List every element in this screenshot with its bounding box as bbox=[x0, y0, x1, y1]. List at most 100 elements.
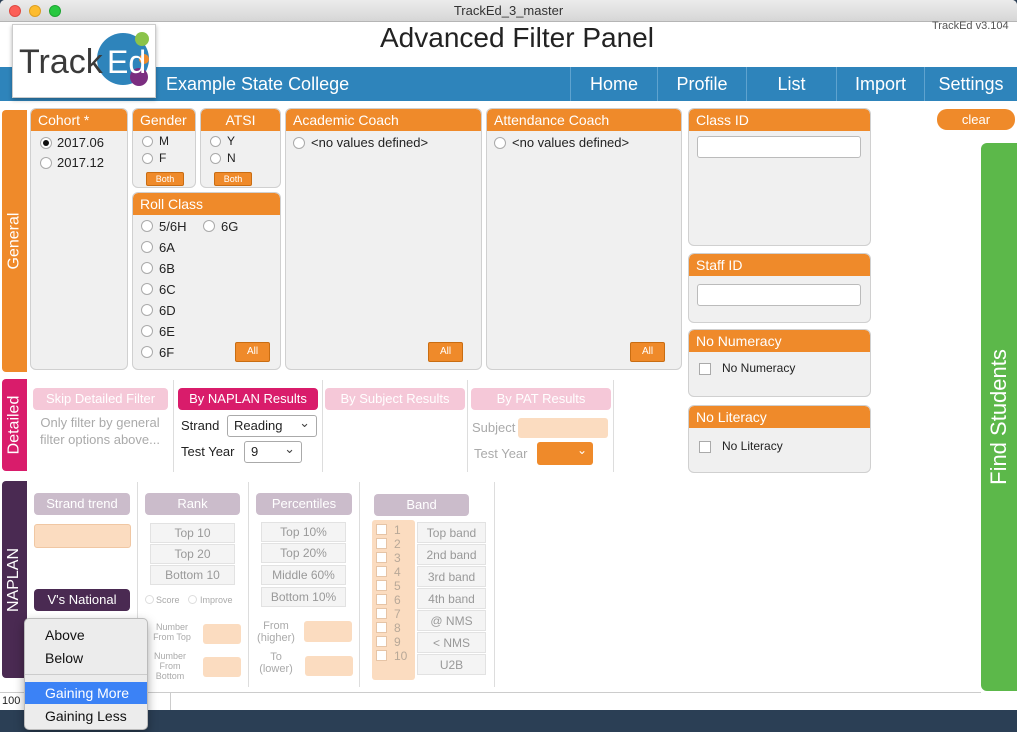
band-number: 10 bbox=[394, 649, 408, 663]
strand-trend-select[interactable] bbox=[34, 524, 131, 548]
roll-class-radio-4[interactable] bbox=[141, 283, 153, 295]
rank-improve-radio[interactable] bbox=[188, 595, 197, 604]
percentile-bottom-10[interactable]: Bottom 10% bbox=[261, 587, 346, 607]
band-number-row[interactable]: 10 bbox=[374, 649, 414, 663]
band-number-row[interactable]: 6 bbox=[374, 593, 414, 607]
band-checkbox[interactable] bbox=[376, 566, 387, 577]
subject-select[interactable] bbox=[518, 418, 608, 438]
vs-national-button[interactable]: V's National bbox=[34, 589, 130, 611]
number-from-top-input[interactable] bbox=[203, 624, 241, 644]
percentile-top-10[interactable]: Top 10% bbox=[261, 522, 346, 542]
band-u2b[interactable]: U2B bbox=[417, 654, 486, 675]
roll-class-radio-8[interactable] bbox=[203, 220, 215, 232]
band-number: 4 bbox=[394, 565, 401, 579]
roll-class-radio-2[interactable] bbox=[141, 241, 153, 253]
detailed-tab[interactable]: Detailed bbox=[2, 379, 27, 471]
attendance-coach-all-button[interactable]: All bbox=[630, 342, 665, 362]
atsi-y-radio[interactable] bbox=[210, 136, 221, 147]
roll-class-radio-5[interactable] bbox=[141, 304, 153, 316]
menu-item-above[interactable]: Above bbox=[25, 624, 147, 646]
by-naplan-results-button[interactable]: By NAPLAN Results bbox=[178, 388, 318, 410]
by-pat-results-button[interactable]: By PAT Results bbox=[471, 388, 611, 410]
band-2nd[interactable]: 2nd band bbox=[417, 544, 486, 565]
strand-trend-button[interactable]: Strand trend bbox=[34, 493, 130, 515]
band-number-row[interactable]: 5 bbox=[374, 579, 414, 593]
class-id-input[interactable] bbox=[697, 136, 861, 158]
attendance-coach-radio[interactable] bbox=[494, 137, 506, 149]
find-students-button[interactable]: Find Students bbox=[981, 143, 1017, 691]
percentile-to-input[interactable] bbox=[305, 656, 353, 676]
band-number-row[interactable]: 8 bbox=[374, 621, 414, 635]
rank-top-10[interactable]: Top 10 bbox=[150, 523, 235, 543]
nav-settings[interactable]: Settings bbox=[924, 67, 1017, 101]
band-checkbox[interactable] bbox=[376, 580, 387, 591]
no-literacy-header: No Literacy bbox=[689, 406, 870, 428]
test-year-select[interactable]: 9 bbox=[244, 439, 302, 463]
atsi-n-radio[interactable] bbox=[210, 153, 221, 164]
nav-profile[interactable]: Profile bbox=[657, 67, 746, 101]
percentile-from-input[interactable] bbox=[304, 621, 352, 642]
zoom-window-button[interactable] bbox=[49, 5, 61, 17]
no-numeracy-checkbox[interactable] bbox=[699, 363, 711, 375]
number-from-bottom-input[interactable] bbox=[203, 657, 241, 677]
band-number-row[interactable]: 9 bbox=[374, 635, 414, 649]
skip-detailed-filter-button[interactable]: Skip Detailed Filter bbox=[33, 388, 168, 410]
band-number-row[interactable]: 7 bbox=[374, 607, 414, 621]
band-checkbox[interactable] bbox=[376, 608, 387, 619]
gender-both-button[interactable]: Both bbox=[146, 172, 184, 186]
band-checkbox[interactable] bbox=[376, 650, 387, 661]
rank-bottom-10[interactable]: Bottom 10 bbox=[150, 565, 235, 585]
band-checkbox[interactable] bbox=[376, 622, 387, 633]
nav-home[interactable]: Home bbox=[570, 67, 657, 101]
rank-top-20[interactable]: Top 20 bbox=[150, 544, 235, 564]
percentile-middle-60[interactable]: Middle 60% bbox=[261, 565, 346, 585]
band-3rd[interactable]: 3rd band bbox=[417, 566, 486, 587]
general-tab[interactable]: General bbox=[2, 110, 27, 372]
gender-m-radio[interactable] bbox=[142, 136, 153, 147]
zoom-level[interactable]: 100 bbox=[2, 695, 20, 707]
academic-coach-radio[interactable] bbox=[293, 137, 305, 149]
roll-class-radio-1[interactable] bbox=[141, 220, 153, 232]
band-below-nms[interactable]: < NMS bbox=[417, 632, 486, 653]
close-window-button[interactable] bbox=[9, 5, 21, 17]
band-checkbox[interactable] bbox=[376, 594, 387, 605]
pat-test-year-select[interactable]: ⌄ bbox=[537, 442, 593, 465]
band-checkbox[interactable] bbox=[376, 524, 387, 535]
clear-button[interactable]: clear bbox=[937, 109, 1015, 130]
cohort-radio-2[interactable] bbox=[40, 157, 52, 169]
band-number-row[interactable]: 3 bbox=[374, 551, 414, 565]
percentiles-button[interactable]: Percentiles bbox=[256, 493, 352, 515]
staff-id-input[interactable] bbox=[697, 284, 861, 306]
menu-item-below[interactable]: Below bbox=[25, 647, 147, 669]
roll-class-radio-7[interactable] bbox=[141, 346, 153, 358]
roll-class-radio-3[interactable] bbox=[141, 262, 153, 274]
menu-item-gaining-more[interactable]: Gaining More bbox=[25, 682, 147, 704]
band-top[interactable]: Top band bbox=[417, 522, 486, 543]
menu-item-gaining-less[interactable]: Gaining Less bbox=[25, 705, 147, 727]
roll-class-radio-6[interactable] bbox=[141, 325, 153, 337]
by-subject-results-button[interactable]: By Subject Results bbox=[325, 388, 465, 410]
cohort-radio-1[interactable] bbox=[40, 137, 52, 149]
band-at-nms[interactable]: @ NMS bbox=[417, 610, 486, 631]
nav-list[interactable]: List bbox=[746, 67, 836, 101]
band-checkbox[interactable] bbox=[376, 636, 387, 647]
strand-select[interactable]: Reading bbox=[227, 413, 317, 437]
band-checkbox[interactable] bbox=[376, 552, 387, 563]
tracked-logo[interactable]: Track Ed bbox=[12, 24, 156, 98]
no-literacy-checkbox[interactable] bbox=[699, 441, 711, 453]
band-number-row[interactable]: 1 bbox=[374, 523, 414, 537]
band-button[interactable]: Band bbox=[374, 494, 469, 516]
band-4th[interactable]: 4th band bbox=[417, 588, 486, 609]
band-number-row[interactable]: 2 bbox=[374, 537, 414, 551]
rank-score-radio[interactable] bbox=[145, 595, 154, 604]
gender-f-radio[interactable] bbox=[142, 153, 153, 164]
rank-button[interactable]: Rank bbox=[145, 493, 240, 515]
band-number-row[interactable]: 4 bbox=[374, 565, 414, 579]
atsi-both-button[interactable]: Both bbox=[214, 172, 252, 186]
band-checkbox[interactable] bbox=[376, 538, 387, 549]
nav-import[interactable]: Import bbox=[836, 67, 924, 101]
minimize-window-button[interactable] bbox=[29, 5, 41, 17]
percentile-top-20[interactable]: Top 20% bbox=[261, 543, 346, 563]
roll-class-all-button[interactable]: All bbox=[235, 342, 270, 362]
academic-coach-all-button[interactable]: All bbox=[428, 342, 463, 362]
